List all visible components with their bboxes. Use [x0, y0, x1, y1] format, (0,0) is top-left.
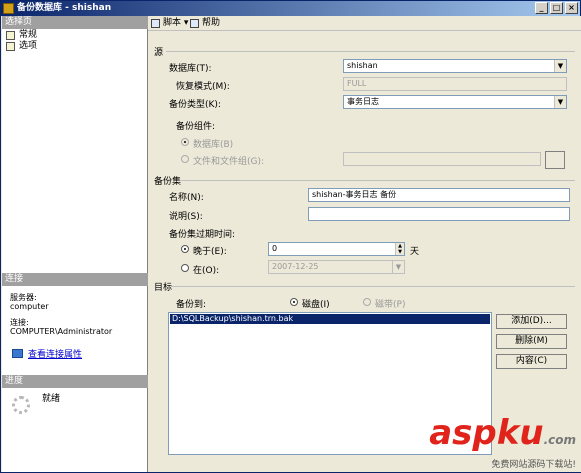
- group-divider: [171, 286, 575, 287]
- backup-type-label: 备份类型(K):: [169, 100, 221, 110]
- chevron-down-icon: ▼: [554, 96, 566, 108]
- add-button[interactable]: 添加(D)...: [496, 314, 567, 329]
- page-item-general[interactable]: 常规: [6, 30, 37, 41]
- spin-arrows-icon[interactable]: ▲ ▼: [395, 243, 404, 255]
- component-files-radio[interactable]: [181, 155, 189, 163]
- expire-after-radio[interactable]: [181, 245, 189, 253]
- expire-after-input[interactable]: 0 ▲ ▼: [268, 242, 405, 256]
- description-input[interactable]: [308, 207, 570, 221]
- database-value: shishan: [347, 61, 378, 70]
- disk-label: 磁盘(I): [302, 300, 330, 310]
- page-icon: [6, 31, 15, 40]
- recovery-model-value: FULL: [347, 79, 367, 88]
- script-label: 脚本: [163, 18, 182, 28]
- files-field: [343, 152, 541, 166]
- expiration-label: 备份集过期时间:: [169, 230, 236, 240]
- script-icon: [151, 19, 160, 28]
- backup-to-label: 备份到:: [176, 300, 207, 310]
- left-panel: 选择页 常规 选项 连接 服务器: computer 连接: COMPUTER\…: [2, 16, 148, 472]
- app-icon: [3, 3, 14, 14]
- server-value: computer: [10, 302, 49, 311]
- backup-component-label: 备份组件:: [176, 122, 216, 132]
- group-divider: [180, 180, 575, 181]
- description-label: 说明(S):: [169, 212, 203, 222]
- destination-list[interactable]: D:\SQLBackup\shishan.trn.bak: [168, 312, 492, 455]
- tape-radio[interactable]: [363, 298, 371, 306]
- chevron-down-icon: ▾: [183, 18, 189, 28]
- expire-on-radio[interactable]: [181, 264, 189, 272]
- source-group-label: 源: [154, 48, 164, 58]
- backup-database-window: 备份数据库 - shishan _ □ × 选择页 常规 选项 连接 服务器: …: [0, 0, 581, 473]
- contents-button[interactable]: 内容(C): [496, 354, 567, 369]
- main-panel: 脚本 ▾ 帮助 源 数据库(T): shishan ▼ 恢复模式(M): FUL…: [148, 16, 581, 472]
- database-label: 数据库(T):: [169, 64, 212, 74]
- backup-set-name-input[interactable]: shishan-事务日志 备份: [308, 188, 570, 202]
- title-bar: 备份数据库 - shishan _ □ ×: [1, 1, 580, 16]
- expire-on-date-field: 2007-12-25 ▼: [268, 260, 405, 274]
- backup-type-select[interactable]: 事务日志 ▼: [343, 95, 567, 109]
- chevron-down-icon: ▼: [392, 261, 404, 273]
- page-item-label: 常规: [19, 30, 38, 40]
- connection-header: 连接: [2, 273, 148, 286]
- minimize-button[interactable]: _: [535, 2, 548, 14]
- group-divider: [166, 51, 575, 52]
- page-item-options[interactable]: 选项: [6, 41, 37, 52]
- progress-status: 就绪: [42, 394, 61, 404]
- backup-type-value: 事务日志: [347, 97, 379, 106]
- progress-spinner-icon: [12, 396, 30, 414]
- destination-group-label: 目标: [154, 283, 173, 293]
- connection-properties-icon: [12, 349, 23, 358]
- chevron-down-icon: ▼: [554, 60, 566, 72]
- toolbar: 脚本 ▾ 帮助: [148, 16, 581, 31]
- recovery-model-label: 恢复模式(M):: [176, 82, 230, 92]
- expire-after-value: 0: [272, 244, 278, 253]
- remove-button[interactable]: 删除(M): [496, 334, 567, 349]
- expire-on-date-value: 2007-12-25: [272, 262, 319, 271]
- component-database-label: 数据库(B): [193, 140, 234, 150]
- window-title: 备份数据库 - shishan: [17, 3, 112, 13]
- backup-set-name-label: 名称(N):: [169, 193, 204, 203]
- database-select[interactable]: shishan ▼: [343, 59, 567, 73]
- list-item[interactable]: D:\SQLBackup\shishan.trn.bak: [170, 314, 490, 324]
- disk-radio[interactable]: [290, 298, 298, 306]
- backup-set-group-label: 备份集: [154, 177, 182, 187]
- files-browse-button[interactable]: [545, 151, 565, 169]
- help-button[interactable]: 帮助: [190, 18, 220, 29]
- page-icon: [6, 42, 15, 51]
- maximize-button[interactable]: □: [550, 2, 563, 14]
- help-icon: [190, 19, 199, 28]
- progress-header: 进度: [2, 375, 148, 388]
- recovery-model-field: FULL: [343, 77, 567, 91]
- close-button[interactable]: ×: [565, 2, 578, 14]
- select-page-header: 选择页: [2, 16, 148, 29]
- days-unit-label: 天: [410, 247, 420, 257]
- component-database-radio[interactable]: [181, 138, 189, 146]
- tape-label: 磁带(P): [375, 300, 406, 310]
- view-connection-properties-link[interactable]: 查看连接属性: [28, 347, 82, 360]
- page-item-label: 选项: [19, 41, 38, 51]
- help-label: 帮助: [202, 18, 221, 28]
- expire-on-label: 在(O):: [193, 266, 220, 276]
- expire-after-label: 晚于(E):: [193, 247, 227, 257]
- connection-value: COMPUTER\Administrator: [10, 327, 113, 336]
- script-button[interactable]: 脚本 ▾: [151, 18, 188, 29]
- component-files-label: 文件和文件组(G):: [193, 157, 265, 167]
